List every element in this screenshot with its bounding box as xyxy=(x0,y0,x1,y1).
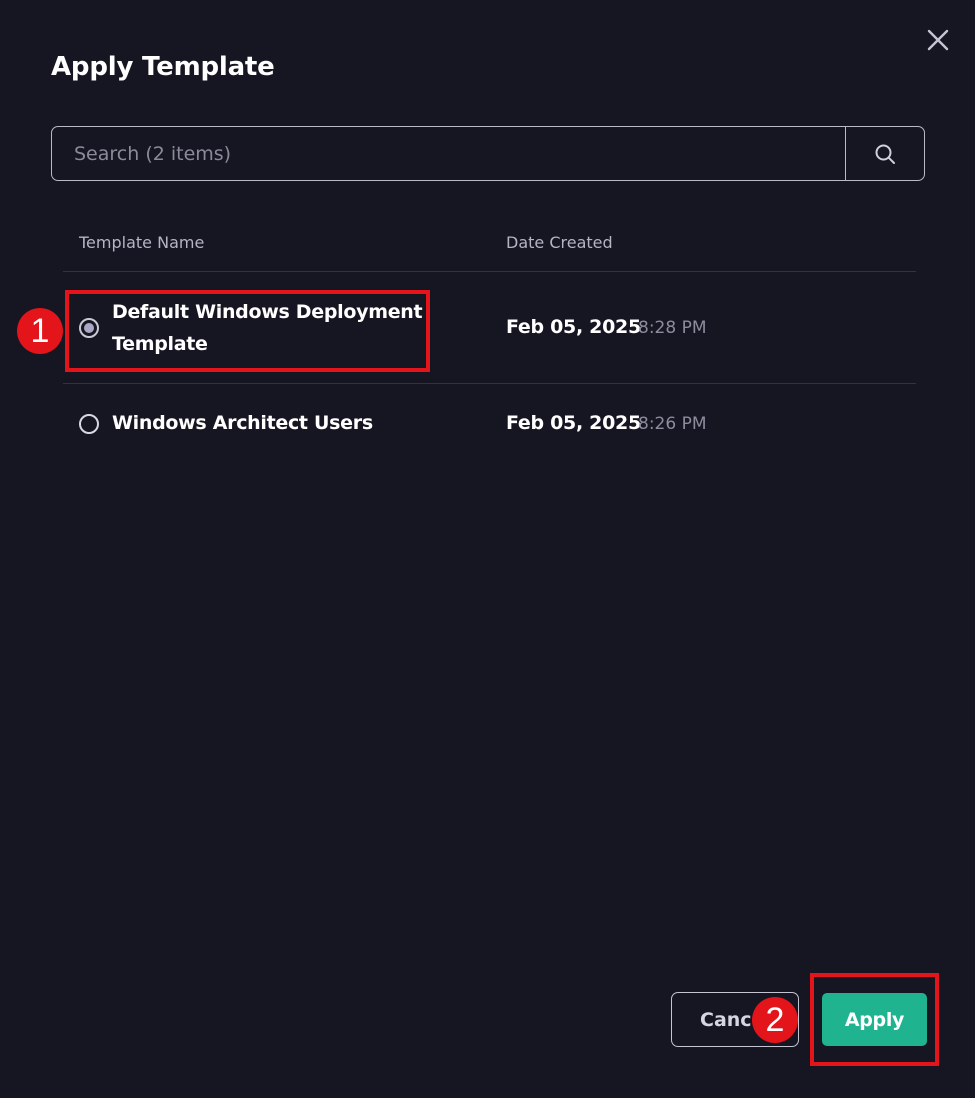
date-created: Feb 05, 2025 xyxy=(506,316,641,338)
step2-highlight-box xyxy=(810,973,939,1066)
close-icon xyxy=(927,29,949,51)
search-button[interactable] xyxy=(845,127,924,180)
template-radio[interactable] xyxy=(79,414,99,434)
dialog-title: Apply Template xyxy=(51,52,275,82)
column-header-template-name[interactable]: Template Name xyxy=(79,233,204,252)
time-created: 8:28 PM xyxy=(638,318,707,338)
time-created: 8:26 PM xyxy=(638,414,707,434)
close-button[interactable] xyxy=(924,26,952,54)
column-header-date-created[interactable]: Date Created xyxy=(506,233,613,252)
date-created: Feb 05, 2025 xyxy=(506,412,641,434)
search-icon xyxy=(875,144,895,164)
search-box xyxy=(51,126,925,181)
search-input[interactable] xyxy=(52,127,845,180)
step2-badge: 2 xyxy=(752,997,798,1043)
step1-highlight-box xyxy=(65,290,430,372)
template-name[interactable]: Windows Architect Users xyxy=(112,407,472,439)
header-divider xyxy=(63,271,916,272)
step1-badge: 1 xyxy=(17,308,63,354)
row-divider xyxy=(63,383,916,384)
